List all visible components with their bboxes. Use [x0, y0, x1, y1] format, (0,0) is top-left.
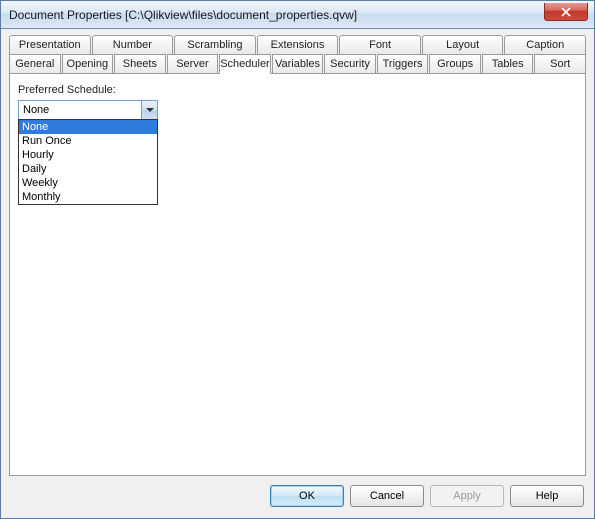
- tab-caption[interactable]: Caption: [504, 35, 586, 54]
- tab-font[interactable]: Font: [339, 35, 421, 54]
- tab-row-lower: GeneralOpeningSheetsServerSchedulerVaria…: [9, 54, 586, 73]
- tab-security[interactable]: Security: [324, 54, 376, 73]
- tab-row-upper: PresentationNumberScramblingExtensionsFo…: [9, 35, 586, 54]
- combo-option-monthly[interactable]: Monthly: [19, 190, 157, 204]
- cancel-button[interactable]: Cancel: [350, 485, 424, 507]
- tab-panel-scheduler: Preferred Schedule: None NoneRun OnceHou…: [9, 73, 586, 476]
- combo-option-none[interactable]: None: [19, 120, 157, 134]
- tab-variables[interactable]: Variables: [272, 54, 324, 73]
- combo-dropdown[interactable]: NoneRun OnceHourlyDailyWeeklyMonthly: [18, 119, 158, 205]
- dialog-body: PresentationNumberScramblingExtensionsFo…: [1, 29, 594, 518]
- ok-button[interactable]: OK: [270, 485, 344, 507]
- chevron-down-icon[interactable]: [141, 100, 158, 120]
- tab-layout[interactable]: Layout: [422, 35, 504, 54]
- combo-option-run-once[interactable]: Run Once: [19, 134, 157, 148]
- tab-scrambling[interactable]: Scrambling: [174, 35, 256, 54]
- tab-server[interactable]: Server: [167, 54, 219, 73]
- tab-triggers[interactable]: Triggers: [377, 54, 429, 73]
- combo-display[interactable]: None: [18, 100, 158, 120]
- preferred-schedule-combo[interactable]: None NoneRun OnceHourlyDailyWeeklyMonthl…: [18, 100, 158, 120]
- apply-button: Apply: [430, 485, 504, 507]
- tab-scheduler[interactable]: Scheduler: [219, 54, 271, 74]
- dialog-window: Document Properties [C:\Qlikview\files\d…: [0, 0, 595, 519]
- tab-groups[interactable]: Groups: [429, 54, 481, 73]
- tab-opening[interactable]: Opening: [62, 54, 114, 73]
- tab-sheets[interactable]: Sheets: [114, 54, 166, 73]
- window-title: Document Properties [C:\Qlikview\files\d…: [9, 8, 357, 22]
- tab-extensions[interactable]: Extensions: [257, 35, 339, 54]
- combo-value: None: [23, 104, 49, 116]
- tab-sort[interactable]: Sort: [534, 54, 586, 73]
- tab-strip: PresentationNumberScramblingExtensionsFo…: [9, 35, 586, 73]
- preferred-schedule-label: Preferred Schedule:: [18, 84, 577, 96]
- tab-tables[interactable]: Tables: [482, 54, 534, 73]
- tab-presentation[interactable]: Presentation: [9, 35, 91, 54]
- close-button[interactable]: [544, 3, 588, 21]
- dialog-button-bar: OK Cancel Apply Help: [9, 476, 586, 510]
- titlebar[interactable]: Document Properties [C:\Qlikview\files\d…: [1, 1, 594, 29]
- combo-option-hourly[interactable]: Hourly: [19, 148, 157, 162]
- combo-option-weekly[interactable]: Weekly: [19, 176, 157, 190]
- combo-option-daily[interactable]: Daily: [19, 162, 157, 176]
- tab-general[interactable]: General: [9, 54, 61, 73]
- help-button[interactable]: Help: [510, 485, 584, 507]
- close-icon: [561, 7, 571, 17]
- tab-number[interactable]: Number: [92, 35, 174, 54]
